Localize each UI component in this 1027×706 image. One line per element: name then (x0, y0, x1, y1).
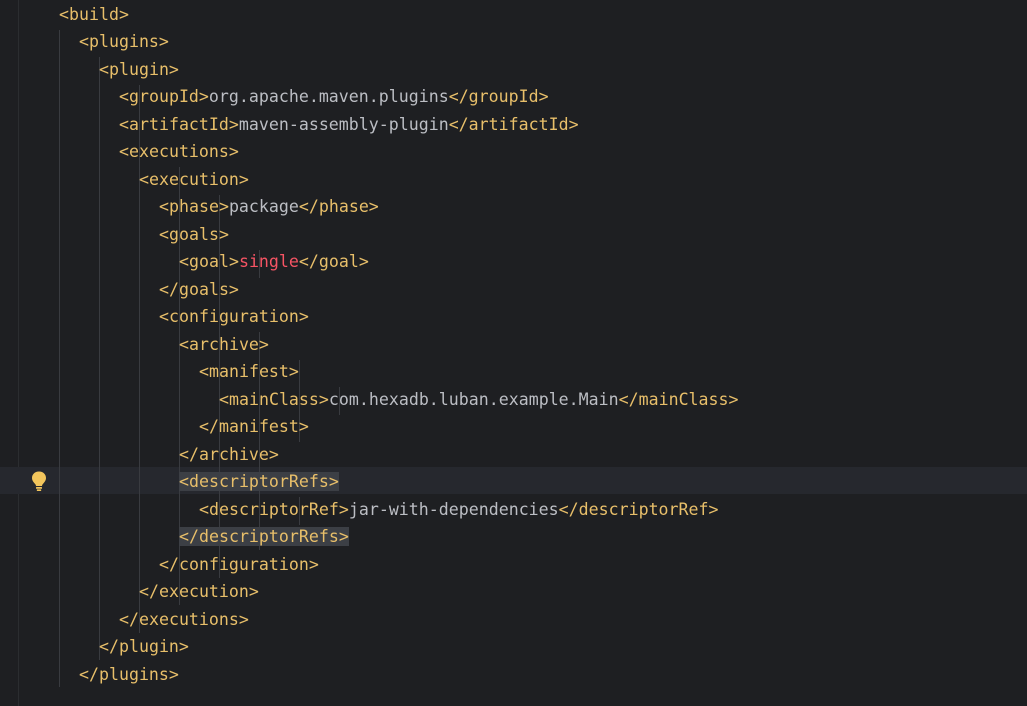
code-line[interactable]: <execution> (139, 166, 249, 193)
code-line[interactable]: <goal>single</goal> (179, 248, 369, 275)
xml-tag: </execution> (139, 582, 259, 601)
code-line[interactable]: </configuration> (159, 551, 319, 578)
code-line[interactable]: <descriptorRef>jar-with-dependencies</de… (199, 496, 719, 523)
xml-tag: <goals> (159, 224, 229, 244)
xml-tag: </archive> (179, 444, 279, 464)
xml-tag: </configuration> (159, 554, 319, 574)
indent-guide (99, 57, 100, 660)
xml-tag: <build> (59, 4, 129, 24)
code-line[interactable]: </plugins> (79, 661, 179, 688)
xml-tag: <executions> (119, 142, 239, 161)
xml-tag: <manifest> (199, 362, 299, 381)
xml-tag: </executions> (119, 609, 249, 629)
indent-guide (59, 30, 60, 687)
code-line[interactable]: </descriptorRefs> (179, 523, 349, 550)
current-line-highlight (0, 467, 1027, 494)
code-line[interactable]: </execution> (139, 578, 259, 605)
xml-tag: </goals> (159, 279, 239, 299)
code-line[interactable]: </plugin> (99, 633, 189, 660)
xml-tag: <groupId> (119, 87, 209, 106)
code-line[interactable]: </goals> (159, 276, 239, 303)
code-text: maven-assembly-plugin (238, 114, 449, 134)
code-text: jar-with-dependencies (348, 499, 559, 519)
code-line-current[interactable]: <descriptorRefs> (179, 468, 339, 495)
code-line[interactable]: <plugin> (99, 56, 179, 83)
code-line[interactable]: <phase>package</phase> (159, 193, 379, 220)
code-line[interactable]: </manifest> (199, 413, 309, 440)
xml-tag: <plugin> (99, 59, 179, 79)
xml-tag: </artifactId> (448, 114, 579, 134)
code-text: com.hexadb.luban.example.Main (328, 389, 619, 409)
xml-tag: </descriptorRef> (558, 499, 719, 519)
code-line[interactable]: <archive> (179, 331, 269, 358)
code-line[interactable]: </archive> (179, 441, 279, 468)
code-line[interactable]: <configuration> (159, 303, 309, 330)
xml-tag: <plugins> (79, 32, 169, 51)
xml-tag: </groupId> (448, 87, 549, 106)
xml-tag: <configuration> (159, 307, 309, 326)
xml-tag: <goal> (179, 252, 239, 271)
xml-tag: </phase> (298, 197, 379, 216)
code-line[interactable]: <executions> (119, 138, 239, 165)
code-line[interactable]: <groupId>org.apache.maven.plugins</group… (119, 83, 549, 110)
xml-tag: </mainClass> (618, 389, 739, 409)
xml-tag: </plugins> (79, 664, 179, 684)
code-line[interactable]: <build> (59, 1, 129, 28)
xml-tag: <artifactId> (119, 114, 239, 134)
code-keyword: single (238, 252, 299, 271)
matched-tag-highlight: <descriptorRefs> (179, 472, 339, 491)
editor-gutter (0, 0, 19, 706)
code-line[interactable]: <artifactId>maven-assembly-plugin</artif… (119, 111, 579, 138)
code-text: org.apache.maven.plugins (208, 87, 449, 106)
xml-tag: <descriptorRef> (199, 499, 349, 519)
xml-tag: <archive> (179, 334, 269, 354)
lightbulb-icon[interactable] (30, 470, 48, 492)
matched-tag-highlight: </descriptorRefs> (179, 527, 349, 546)
xml-tag: <mainClass> (219, 389, 329, 409)
xml-tag: <execution> (139, 169, 249, 189)
xml-tag: </plugin> (99, 637, 189, 656)
code-text: package (228, 197, 299, 216)
code-line[interactable]: <manifest> (199, 358, 299, 385)
code-editor[interactable]: <build> <plugins> <plugin> <groupId>org.apa… (0, 0, 1027, 706)
code-line[interactable]: <plugins> (79, 28, 169, 55)
xml-tag: </manifest> (199, 417, 309, 436)
xml-tag: <phase> (159, 197, 229, 216)
code-line[interactable]: <mainClass>com.hexadb.luban.example.Main… (219, 386, 739, 413)
code-line[interactable]: <goals> (159, 221, 229, 248)
code-line[interactable]: </executions> (119, 606, 249, 633)
xml-tag: </goal> (298, 252, 369, 271)
